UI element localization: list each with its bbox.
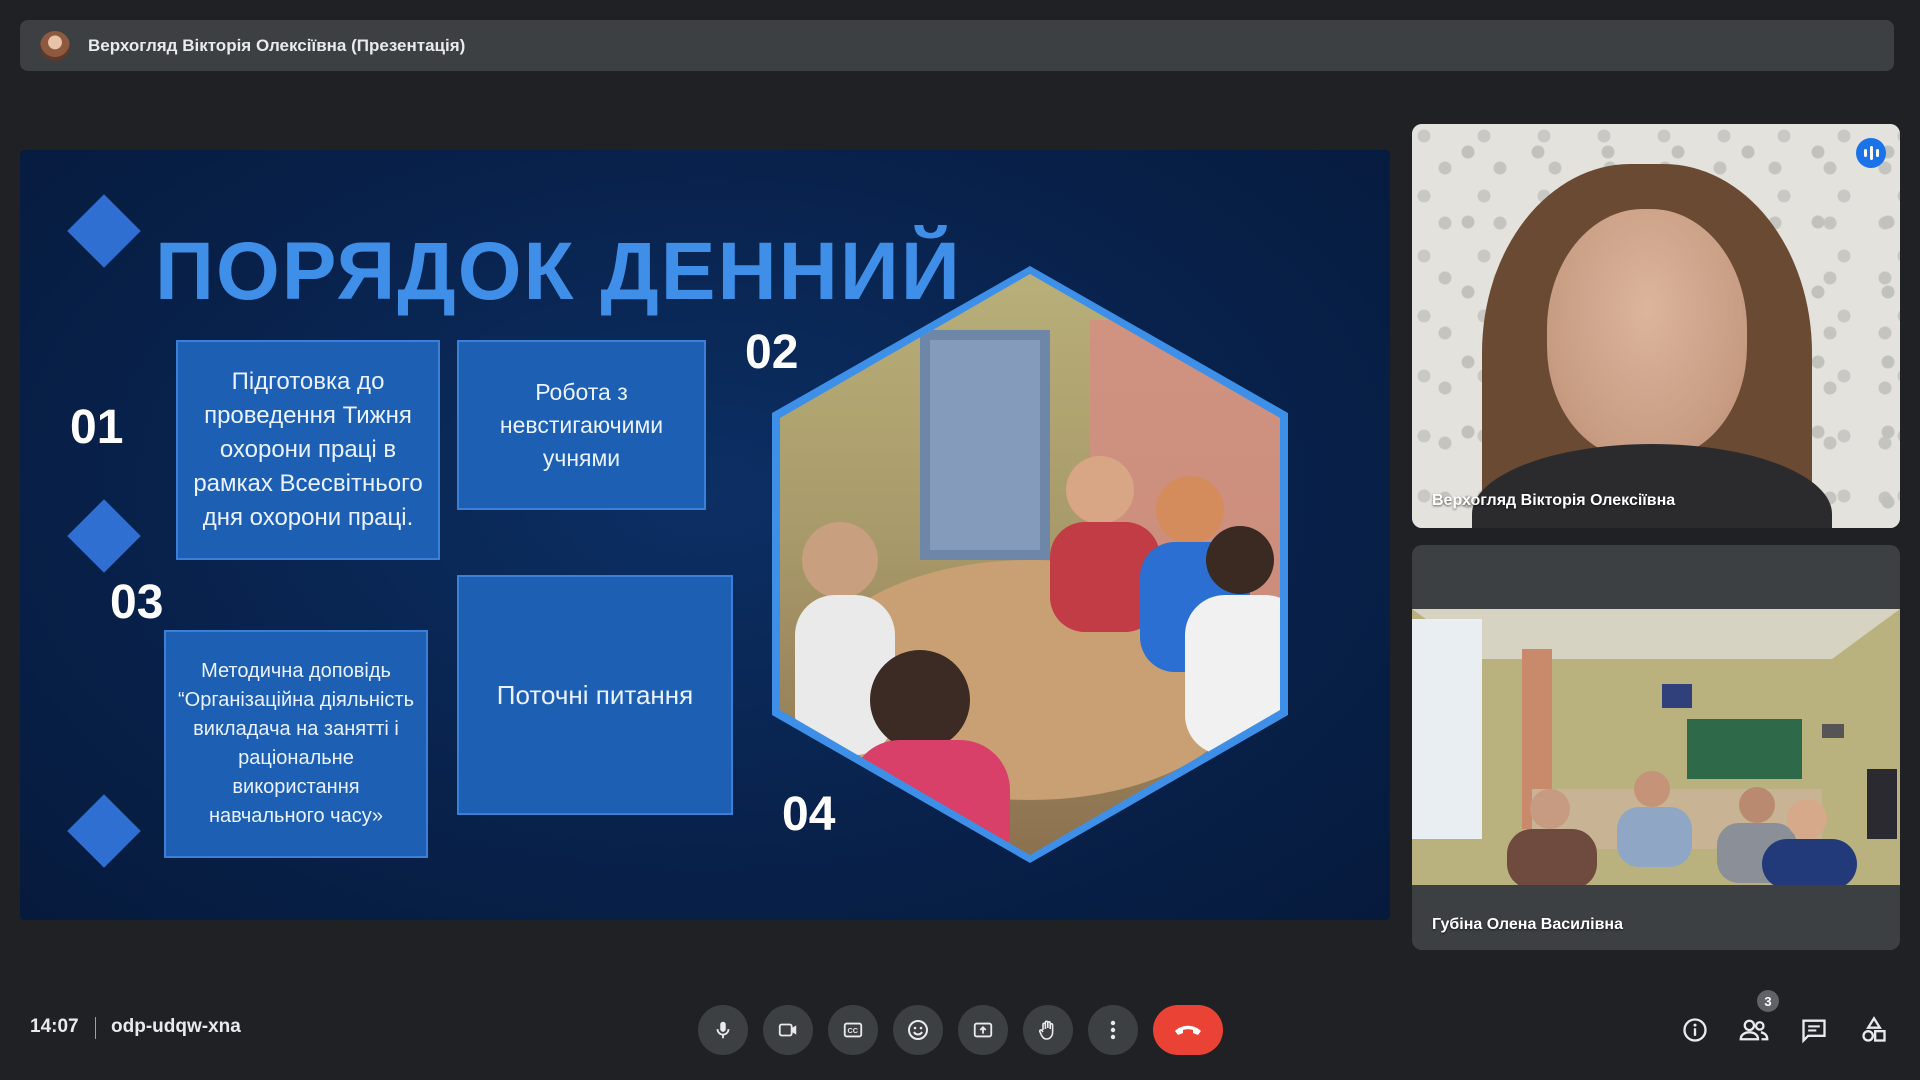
agenda-item-4: Поточні питання xyxy=(457,575,733,815)
participant-name: Губіна Олена Василівна xyxy=(1432,916,1623,933)
divider xyxy=(95,1017,96,1039)
chat-button[interactable] xyxy=(1797,1013,1831,1047)
activities-button[interactable] xyxy=(1857,1013,1891,1047)
more-options-icon xyxy=(1110,1020,1116,1040)
meeting-code: odp-udqw-xna xyxy=(111,1016,241,1037)
meeting-time: 14:07 xyxy=(30,1016,79,1037)
presenting-bar: Верхогляд Вікторія Олексіївна (Презентац… xyxy=(20,20,1894,71)
agenda-item-2: Робота з невстигаючими учнями xyxy=(457,340,706,510)
emoji-icon xyxy=(908,1020,928,1040)
speaking-indicator-icon xyxy=(1856,138,1886,168)
end-call-icon xyxy=(1175,1025,1201,1035)
raise-hand-button[interactable] xyxy=(1023,1005,1073,1055)
agenda-number-1: 01 xyxy=(70,401,124,454)
slide-hexagon-photo xyxy=(760,260,1300,870)
camera-button[interactable] xyxy=(763,1005,813,1055)
reactions-button[interactable] xyxy=(893,1005,943,1055)
presentation-slide: ПОРЯДОК ДЕННИЙ 01 02 03 04 Підготовка до… xyxy=(20,150,1390,920)
classroom-video xyxy=(1412,609,1900,885)
people-icon xyxy=(1739,1019,1769,1041)
participant-count-badge: 3 xyxy=(1757,990,1779,1012)
present-button[interactable] xyxy=(958,1005,1008,1055)
captions-icon: CC xyxy=(843,1022,863,1038)
meeting-details-button[interactable] xyxy=(1678,1013,1712,1047)
captions-button[interactable]: CC xyxy=(828,1005,878,1055)
mic-icon xyxy=(716,1021,730,1039)
decorative-diamond xyxy=(67,194,141,268)
more-options-button[interactable] xyxy=(1088,1005,1138,1055)
end-call-button[interactable] xyxy=(1153,1005,1223,1055)
participant-tile-classroom[interactable]: Губіна Олена Василівна xyxy=(1412,545,1900,950)
present-icon xyxy=(973,1022,993,1038)
activities-icon xyxy=(1862,1016,1886,1042)
presenter-avatar xyxy=(40,30,70,61)
participant-tile-presenter[interactable]: Верхогляд Вікторія Олексіївна xyxy=(1412,124,1900,528)
agenda-item-1: Підготовка до проведення Тижня охорони п… xyxy=(176,340,440,560)
decorative-diamond xyxy=(67,499,141,573)
agenda-number-3: 03 xyxy=(110,576,164,629)
info-icon xyxy=(1683,1018,1707,1042)
agenda-item-2-text: Робота з невстигаючими учнями xyxy=(499,378,664,471)
chat-icon xyxy=(1802,1019,1826,1044)
presenter-face xyxy=(1547,209,1747,459)
camera-icon xyxy=(778,1023,797,1037)
agenda-item-3: Методична доповідь “Організаційна діяльн… xyxy=(164,630,428,858)
agenda-item-3-text: Методична доповідь “Організаційна діяльн… xyxy=(178,660,414,827)
agenda-item-1-text: Підготовка до проведення Тижня охорони п… xyxy=(193,368,423,531)
people-button[interactable] xyxy=(1737,1013,1771,1047)
participant-name: Верхогляд Вікторія Олексіївна xyxy=(1432,492,1676,509)
presenting-title: Верхогляд Вікторія Олексіївна (Презентац… xyxy=(88,35,466,55)
raise-hand-icon xyxy=(1038,1020,1054,1040)
decorative-diamond xyxy=(67,794,141,868)
agenda-item-4-text: Поточні питання xyxy=(496,680,694,710)
svg-text:CC: CC xyxy=(848,1026,859,1035)
mic-button[interactable] xyxy=(698,1005,748,1055)
